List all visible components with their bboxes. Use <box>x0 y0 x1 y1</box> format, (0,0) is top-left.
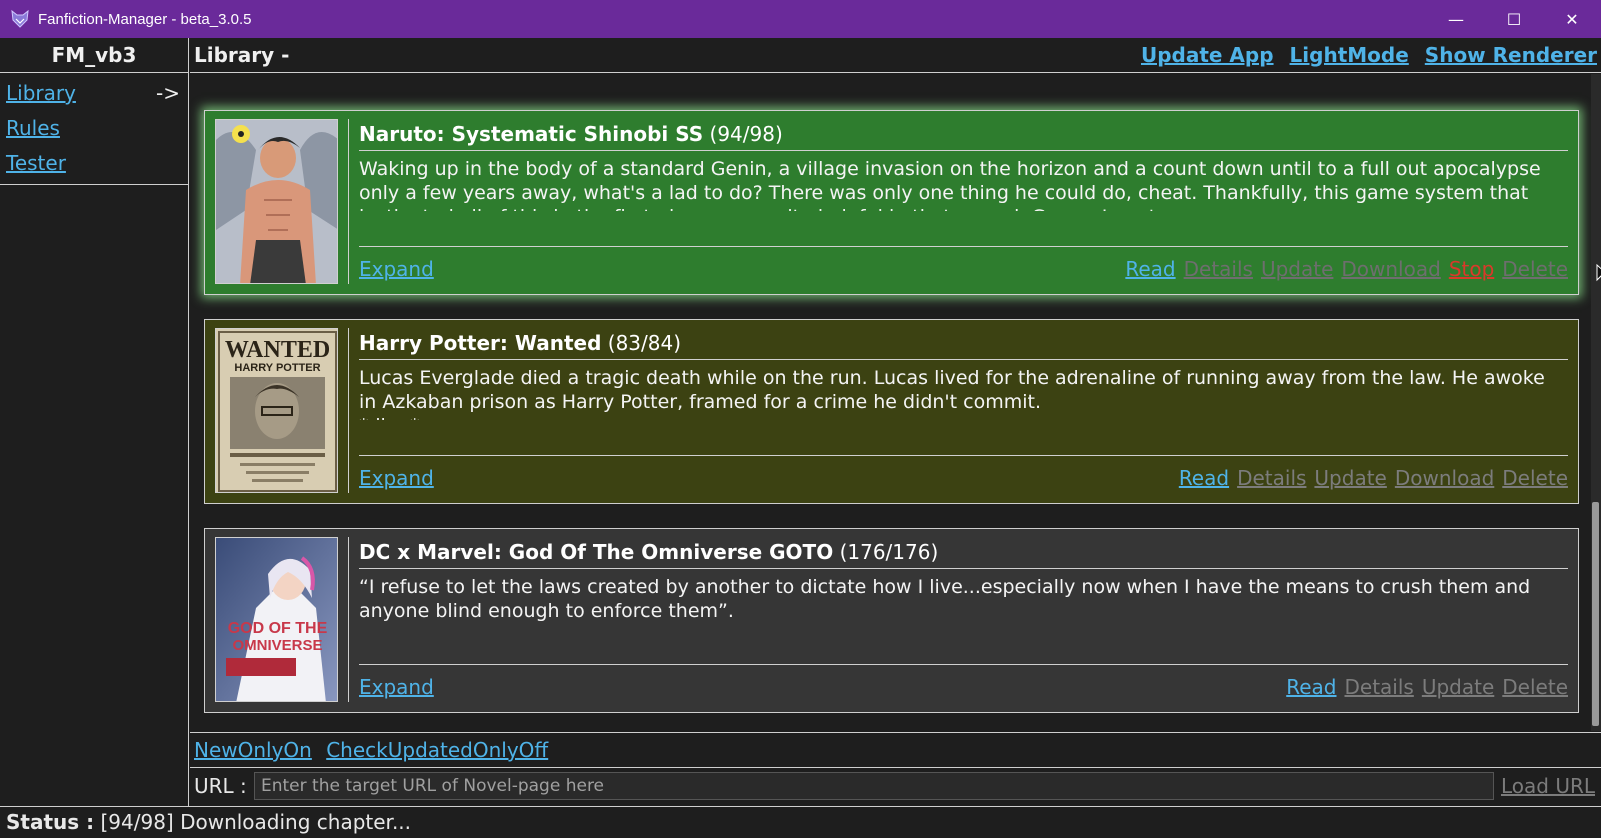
story-card: GOD OF THE OMNIVERSE DC x Marvel: God Of… <box>204 528 1579 713</box>
vertical-divider <box>348 537 349 702</box>
cover-wanted-text: WANTED <box>225 337 330 363</box>
read-button[interactable]: Read <box>1286 675 1336 699</box>
details-button[interactable]: Details <box>1184 257 1253 281</box>
url-input[interactable] <box>254 772 1494 800</box>
vertical-divider <box>348 119 349 284</box>
story-card: Naruto: Systematic Shinobi SS (94/98) Wa… <box>204 110 1579 295</box>
story-summary: Lucas Everglade died a tragic death whil… <box>359 367 1545 420</box>
story-summary: Waking up in the body of a standard Geni… <box>359 158 1541 211</box>
show-renderer-link[interactable]: Show Renderer <box>1425 38 1597 73</box>
read-button[interactable]: Read <box>1125 257 1175 281</box>
delete-button[interactable]: Delete <box>1502 466 1568 490</box>
load-url-button[interactable]: Load URL <box>1501 774 1595 798</box>
sidebar-nav: Library -> Rules Tester <box>0 73 188 185</box>
story-progress: (176/176) <box>839 540 939 564</box>
story-progress: (83/84) <box>607 331 682 355</box>
expand-link[interactable]: Expand <box>359 675 434 699</box>
divider <box>359 246 1568 247</box>
story-summary: “I refuse to let the laws created by ano… <box>359 576 1531 622</box>
cover-harry-potter-text: HARRY POTTER <box>234 362 320 374</box>
lightmode-link[interactable]: LightMode <box>1290 38 1409 73</box>
status-label: Status : <box>6 810 95 834</box>
close-button[interactable]: ✕ <box>1543 0 1601 38</box>
story-title: Harry Potter: Wanted <box>359 331 602 355</box>
check-updated-only-toggle[interactable]: CheckUpdatedOnlyOff <box>326 738 548 762</box>
library-list: Naruto: Systematic Shinobi SS (94/98) Wa… <box>190 74 1601 731</box>
sidebar-item-rules-link[interactable]: Rules <box>6 116 60 140</box>
update-button[interactable]: Update <box>1314 466 1386 490</box>
status-text: [94/98] Downloading chapter... <box>100 810 412 834</box>
delete-button[interactable]: Delete <box>1502 675 1568 699</box>
sidebar-item-tester-link[interactable]: Tester <box>6 151 66 175</box>
update-button[interactable]: Update <box>1422 675 1494 699</box>
vertical-divider <box>348 328 349 493</box>
fox-app-icon <box>11 9 29 28</box>
sidebar-item-library[interactable]: Library -> <box>0 77 188 112</box>
read-button[interactable]: Read <box>1179 466 1229 490</box>
story-cover-image[interactable]: WANTED HARRY POTTER <box>215 328 338 493</box>
new-only-toggle[interactable]: NewOnlyOn <box>194 738 312 762</box>
story-title: Naruto: Systematic Shinobi SS <box>359 122 704 146</box>
cover-title-line1: GOD OF THE <box>228 620 328 637</box>
details-button[interactable]: Details <box>1237 466 1306 490</box>
sidebar-item-tester[interactable]: Tester <box>0 147 188 182</box>
story-title-row: Naruto: Systematic Shinobi SS (94/98) <box>359 121 1568 151</box>
filter-toggles: NewOnlyOn CheckUpdatedOnlyOff <box>190 732 1601 768</box>
story-progress: (94/98) <box>709 122 783 146</box>
download-button[interactable]: Download <box>1341 257 1440 281</box>
window-titlebar: Fanfiction-Manager - beta_3.0.5 — ☐ ✕ <box>0 0 1601 38</box>
window-title: Fanfiction-Manager - beta_3.0.5 <box>38 10 252 28</box>
story-cover-image[interactable]: GOD OF THE OMNIVERSE <box>215 537 338 702</box>
update-app-link[interactable]: Update App <box>1141 38 1274 73</box>
details-button[interactable]: Details <box>1345 675 1414 699</box>
download-button[interactable]: Download <box>1395 466 1494 490</box>
page-title: Library - <box>194 43 290 67</box>
update-button[interactable]: Update <box>1261 257 1333 281</box>
divider <box>359 455 1568 456</box>
maximize-button[interactable]: ☐ <box>1485 0 1543 38</box>
cover-title-line2: OMNIVERSE <box>232 637 322 654</box>
story-title-row: DC x Marvel: God Of The Omniverse GOTO (… <box>359 539 1568 569</box>
page-header: Library - Update App LightMode Show Rend… <box>190 38 1601 73</box>
sidebar-item-library-link[interactable]: Library <box>6 81 76 105</box>
expand-link[interactable]: Expand <box>359 466 434 490</box>
app-brand: FM_vb3 <box>0 38 188 73</box>
url-label: URL : <box>194 774 247 798</box>
sidebar: FM_vb3 Library -> Rules Tester <box>0 38 189 806</box>
story-card: WANTED HARRY POTTER Harry Potter: Wanted… <box>204 319 1579 504</box>
scrollbar-thumb[interactable] <box>1592 502 1599 726</box>
delete-button[interactable]: Delete <box>1502 257 1568 281</box>
sidebar-item-rules[interactable]: Rules <box>0 112 188 147</box>
status-bar: Status : [94/98] Downloading chapter... <box>0 806 1601 838</box>
divider <box>359 664 1568 665</box>
story-title-row: Harry Potter: Wanted (83/84) <box>359 330 1568 360</box>
active-arrow-indicator: -> <box>156 81 180 105</box>
vertical-scrollbar[interactable] <box>1591 74 1601 731</box>
url-bar: URL : Load URL <box>190 768 1601 806</box>
expand-link[interactable]: Expand <box>359 257 434 281</box>
minimize-button[interactable]: — <box>1427 0 1485 38</box>
story-cover-image[interactable] <box>215 119 338 284</box>
mouse-cursor-icon <box>1596 264 1601 282</box>
stop-button[interactable]: Stop <box>1449 257 1494 281</box>
story-title: DC x Marvel: God Of The Omniverse GOTO <box>359 540 834 564</box>
